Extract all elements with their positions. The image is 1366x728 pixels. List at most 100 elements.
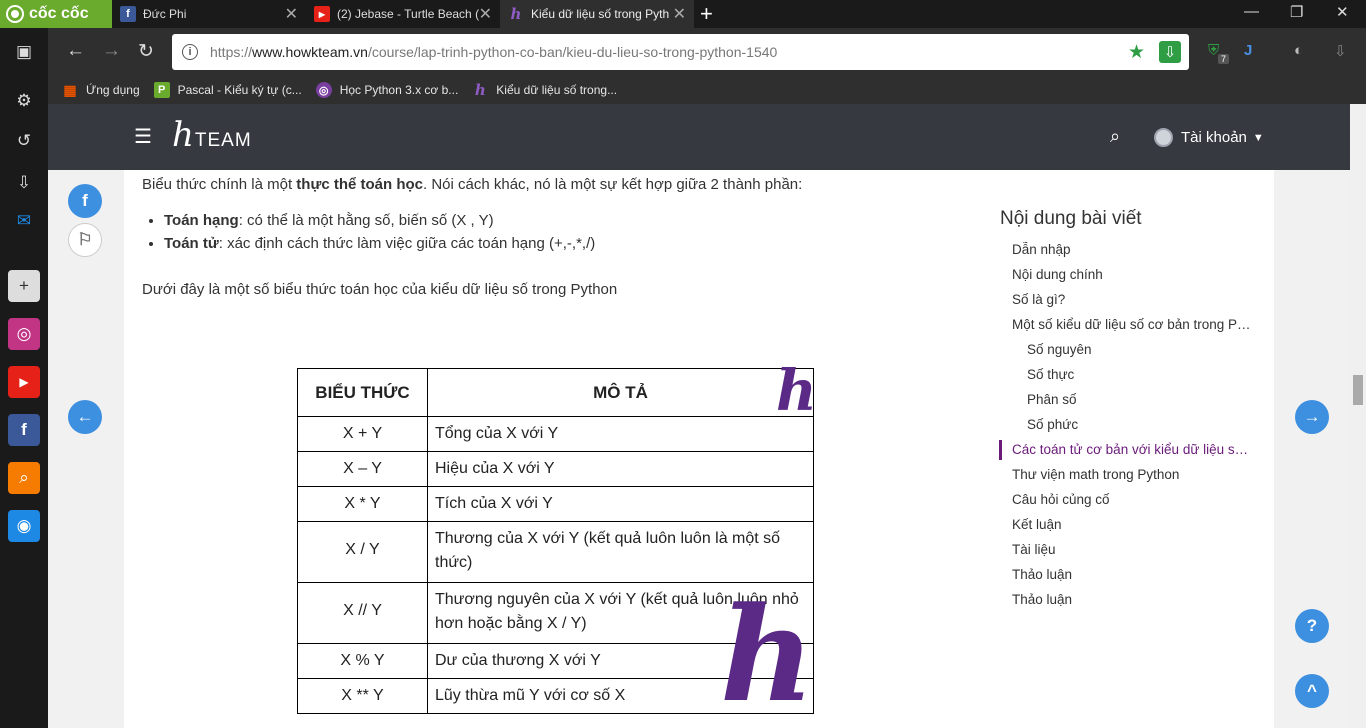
account-menu[interactable]: Tài khoản ▼ xyxy=(1154,128,1264,147)
next-article-button[interactable]: → xyxy=(1295,400,1329,434)
url-text[interactable]: https://www.howkteam.vn/course/lap-trinh… xyxy=(210,44,777,60)
toc-subitem[interactable]: Số nguyên xyxy=(1027,342,1269,357)
coccoc-brand[interactable]: cốc cốc xyxy=(0,0,112,28)
column-header: BIỂU THỨC xyxy=(297,368,428,417)
close-window-icon[interactable]: ✕ xyxy=(1336,3,1349,21)
python-site-icon: ◎ xyxy=(315,82,332,98)
close-tab-icon[interactable]: ✕ xyxy=(285,4,298,24)
history-icon[interactable]: ↺ xyxy=(8,125,40,157)
toc-item[interactable]: Câu hỏi củng cố xyxy=(1012,492,1254,507)
apps-grid-icon: ▦ xyxy=(63,81,77,98)
toc-item[interactable]: Thảo luận xyxy=(1012,567,1254,582)
menu-icon[interactable]: ☰ xyxy=(134,124,152,149)
column-header: MÔ TẢ xyxy=(427,368,814,417)
table-intro-paragraph: Dưới đây là một số biểu thức toán học củ… xyxy=(142,281,618,298)
howkteam-icon: h xyxy=(474,81,486,99)
tab-strip: cốc cốc f Đức Phi ✕ ▶ (2) Jebase - Turtl… xyxy=(0,0,1366,28)
gear-icon[interactable]: ⚙ xyxy=(8,85,40,117)
intro-paragraph: Biểu thức chính là một thực thể toán học… xyxy=(142,176,803,193)
table-row: X + Y Tổng của X với Y xyxy=(297,416,814,452)
chevron-down-icon: ▼ xyxy=(1252,131,1264,144)
toc-item[interactable]: Tài liệu xyxy=(1012,542,1254,557)
toc-item[interactable]: Một số kiểu dữ liệu số cơ bản trong Pyth… xyxy=(1012,317,1254,332)
bookmark-star-icon[interactable]: ★ xyxy=(1128,41,1145,64)
table-header-row: BIỂU THỨC MÔ TẢ xyxy=(297,368,814,417)
article-content: Biểu thức chính là một thực thể toán học… xyxy=(124,170,1274,728)
bookmark-hoc-python[interactable]: ◎ Học Python 3.x cơ b... xyxy=(315,82,459,98)
tab-title: Kiểu dữ liệu số trong Pyth xyxy=(531,7,670,21)
search-icon[interactable]: ⌕ xyxy=(1110,126,1120,147)
bookmark-pascal[interactable]: P Pascal - Kiểu ký tự (c... xyxy=(153,82,302,98)
messenger-icon[interactable]: ✉ xyxy=(8,205,40,237)
minimize-icon[interactable]: — xyxy=(1244,3,1259,20)
info-icon[interactable]: i xyxy=(182,44,198,60)
bookmark-apps[interactable]: ▦ Ứng dụng xyxy=(62,81,140,98)
search-app-icon[interactable]: ⌕ xyxy=(8,462,40,494)
bookmark-label: Học Python 3.x cơ b... xyxy=(339,83,459,97)
toc-item[interactable]: Kết luận xyxy=(1012,517,1254,532)
profile-icon[interactable]: ◐ xyxy=(1294,42,1303,59)
web-page: ☰ h TEAM ⌕ Tài khoản ▼ f ⚐ ← Biểu thức c… xyxy=(48,104,1350,728)
youtube-icon: ▶ xyxy=(314,6,330,22)
toc-item[interactable]: Thảo luận xyxy=(1012,592,1254,607)
toc-title: Nội dung bài viết xyxy=(1000,208,1142,229)
brand-label: cốc cốc xyxy=(29,5,89,22)
toc-item[interactable]: Dẫn nhập xyxy=(1012,242,1254,257)
tab-duc-phi[interactable]: f Đức Phi ✕ xyxy=(112,0,306,28)
new-tab-button[interactable]: + xyxy=(700,2,713,26)
tab-title: Đức Phi xyxy=(143,7,187,21)
howkteam-icon: h xyxy=(510,5,522,23)
toc-item[interactable]: Số là gì? xyxy=(1012,292,1254,307)
restore-icon[interactable]: ❐ xyxy=(1290,3,1303,21)
facebook-icon: f xyxy=(120,6,136,22)
prev-article-button[interactable]: ← xyxy=(68,400,102,434)
close-tab-icon[interactable]: ✕ xyxy=(479,4,492,24)
bookmark-kieu-du-lieu[interactable]: h Kiểu dữ liệu số trong... xyxy=(472,81,618,99)
downloads-icon[interactable]: ⇩ xyxy=(1334,42,1347,60)
scrollbar-thumb[interactable] xyxy=(1353,375,1363,405)
music-icon[interactable]: ◉ xyxy=(8,510,40,542)
forward-icon[interactable]: → xyxy=(102,40,121,62)
howkteam-watermark-small: h xyxy=(776,358,817,424)
browser-toolbar: ← → ↻ i https://www.howkteam.vn/course/l… xyxy=(48,28,1366,76)
table-row: X / Y Thương của X với Y (kết quả luôn lu… xyxy=(297,521,814,583)
toc-subitem[interactable]: Số phức xyxy=(1027,417,1269,432)
download-arrow-icon[interactable]: ⇩ xyxy=(1159,41,1181,63)
bookmark-button[interactable]: ⚐ xyxy=(68,223,102,257)
instagram-icon[interactable]: ◎ xyxy=(8,318,40,350)
howkteam-watermark-large: h xyxy=(720,578,815,728)
bullet-list: Toán hạng: có thể là một hằng số, biến s… xyxy=(164,212,595,258)
extension-j-icon[interactable]: J xyxy=(1244,42,1252,59)
avatar xyxy=(1154,128,1173,147)
back-icon[interactable]: ← xyxy=(66,40,85,62)
list-item: Toán hạng: có thể là một hằng số, biến s… xyxy=(164,212,595,229)
tab-title: (2) Jebase - Turtle Beach (O xyxy=(337,7,479,21)
toc-subitem[interactable]: Số thực xyxy=(1027,367,1269,382)
bookmark-label: Ứng dụng xyxy=(86,83,140,97)
extension-badge: 7 xyxy=(1218,54,1230,64)
help-button[interactable]: ? xyxy=(1295,609,1329,643)
tab-howkteam[interactable]: h Kiểu dữ liệu số trong Pyth ✕ xyxy=(500,0,694,28)
toc-subitem[interactable]: Phân số xyxy=(1027,392,1269,407)
facebook-share-button[interactable]: f xyxy=(68,184,102,218)
youtube-icon[interactable]: ▶ xyxy=(8,366,40,398)
table-row: X * Y Tích của X với Y xyxy=(297,486,814,522)
reload-icon[interactable]: ↻ xyxy=(138,40,154,63)
bookmark-label: Pascal - Kiểu ký tự (c... xyxy=(177,83,302,97)
account-label: Tài khoản xyxy=(1181,129,1247,146)
tab-youtube[interactable]: ▶ (2) Jebase - Turtle Beach (O ✕ xyxy=(306,0,500,28)
scroll-top-button[interactable]: ^ xyxy=(1295,674,1329,708)
close-tab-icon[interactable]: ✕ xyxy=(673,4,686,24)
toc-item-active[interactable]: Các toán tử cơ bản với kiểu dữ liệu số t… xyxy=(1012,442,1254,457)
page-scrollbar[interactable] xyxy=(1350,104,1366,728)
toc-active-indicator xyxy=(999,440,1002,460)
howkteam-logo[interactable]: h TEAM xyxy=(172,118,252,152)
address-bar[interactable]: i https://www.howkteam.vn/course/lap-tri… xyxy=(172,34,1189,70)
toc-item[interactable]: Nội dung chính xyxy=(1012,267,1254,282)
facebook-icon[interactable]: f xyxy=(8,414,40,446)
sidebar-toggle-icon[interactable]: ▣ xyxy=(8,36,40,68)
toc-item[interactable]: Thư viện math trong Python xyxy=(1012,467,1254,482)
bookmark-label: Kiểu dữ liệu số trong... xyxy=(496,83,618,97)
add-icon[interactable]: + xyxy=(8,270,40,302)
download-icon[interactable]: ⇩ xyxy=(8,167,40,199)
